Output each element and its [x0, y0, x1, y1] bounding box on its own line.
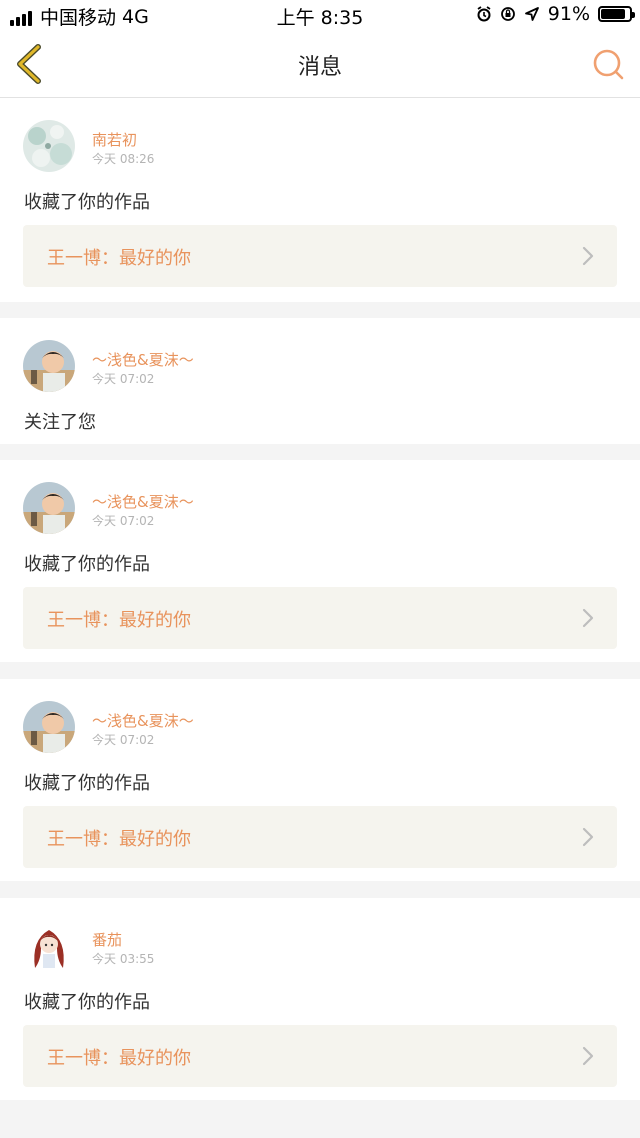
status-right: 91% — [476, 3, 635, 25]
avatar[interactable] — [23, 120, 75, 172]
action-text: 收藏了你的作品 — [24, 992, 150, 1013]
avatar[interactable] — [23, 701, 75, 753]
orientation-lock-icon — [500, 6, 516, 22]
chevron-right-icon — [582, 246, 594, 266]
work-link-text: 王一博：最好的你 — [47, 1048, 191, 1069]
alarm-icon — [476, 6, 492, 22]
search-button[interactable] — [592, 48, 626, 82]
status-bar: 中国移动 4G 上午 8:35 91% — [0, 0, 640, 30]
message-time: 今天 07:02 — [92, 733, 155, 747]
avatar[interactable] — [23, 920, 75, 972]
action-text: 收藏了你的作品 — [24, 773, 150, 794]
action-text: 收藏了你的作品 — [24, 554, 150, 575]
message-time: 今天 07:02 — [92, 514, 155, 528]
nav-bar: 消息 — [0, 30, 640, 98]
work-link-text: 王一博：最好的你 — [47, 610, 191, 631]
message-card[interactable]: 南若初 今天 08:26 收藏了你的作品 王一博：最好的你 — [0, 98, 640, 302]
username[interactable]: ～浅色&夏沫～ — [92, 349, 194, 370]
message-time: 今天 03:55 — [92, 952, 155, 966]
chevron-right-icon — [582, 608, 594, 628]
message-card[interactable]: 番茄 今天 03:55 收藏了你的作品 王一博：最好的你 — [0, 898, 640, 1100]
username[interactable]: ～浅色&夏沫～ — [92, 710, 194, 731]
battery-icon — [598, 6, 635, 22]
work-link[interactable]: 王一博：最好的你 — [23, 1025, 617, 1087]
battery-tip — [632, 12, 635, 18]
message-card[interactable]: ～浅色&夏沫～ 今天 07:02 收藏了你的作品 王一博：最好的你 — [0, 679, 640, 881]
work-link[interactable]: 王一博：最好的你 — [23, 225, 617, 287]
location-arrow-icon — [524, 6, 540, 22]
search-icon — [593, 49, 624, 80]
chevron-right-icon — [582, 827, 594, 847]
page-title: 消息 — [297, 55, 342, 80]
action-text: 收藏了你的作品 — [24, 192, 150, 213]
username[interactable]: 番茄 — [92, 929, 122, 950]
avatar[interactable] — [23, 482, 75, 534]
battery-percent: 91% — [547, 3, 590, 25]
action-text: 关注了您 — [24, 412, 96, 433]
username[interactable]: 南若初 — [92, 129, 137, 150]
battery-level — [601, 9, 625, 19]
work-link[interactable]: 王一博：最好的你 — [23, 806, 617, 868]
work-link-text: 王一博：最好的你 — [47, 248, 191, 269]
username[interactable]: ～浅色&夏沫～ — [92, 491, 194, 512]
message-card[interactable]: ～浅色&夏沫～ 今天 07:02 收藏了你的作品 王一博：最好的你 — [0, 460, 640, 662]
chevron-right-icon — [582, 1046, 594, 1066]
message-time: 今天 07:02 — [92, 372, 155, 386]
work-link-text: 王一博：最好的你 — [47, 829, 191, 850]
message-time: 今天 08:26 — [92, 152, 155, 166]
work-link[interactable]: 王一博：最好的你 — [23, 587, 617, 649]
message-card[interactable]: ～浅色&夏沫～ 今天 07:02 关注了您 — [0, 318, 640, 444]
avatar[interactable] — [23, 340, 75, 392]
